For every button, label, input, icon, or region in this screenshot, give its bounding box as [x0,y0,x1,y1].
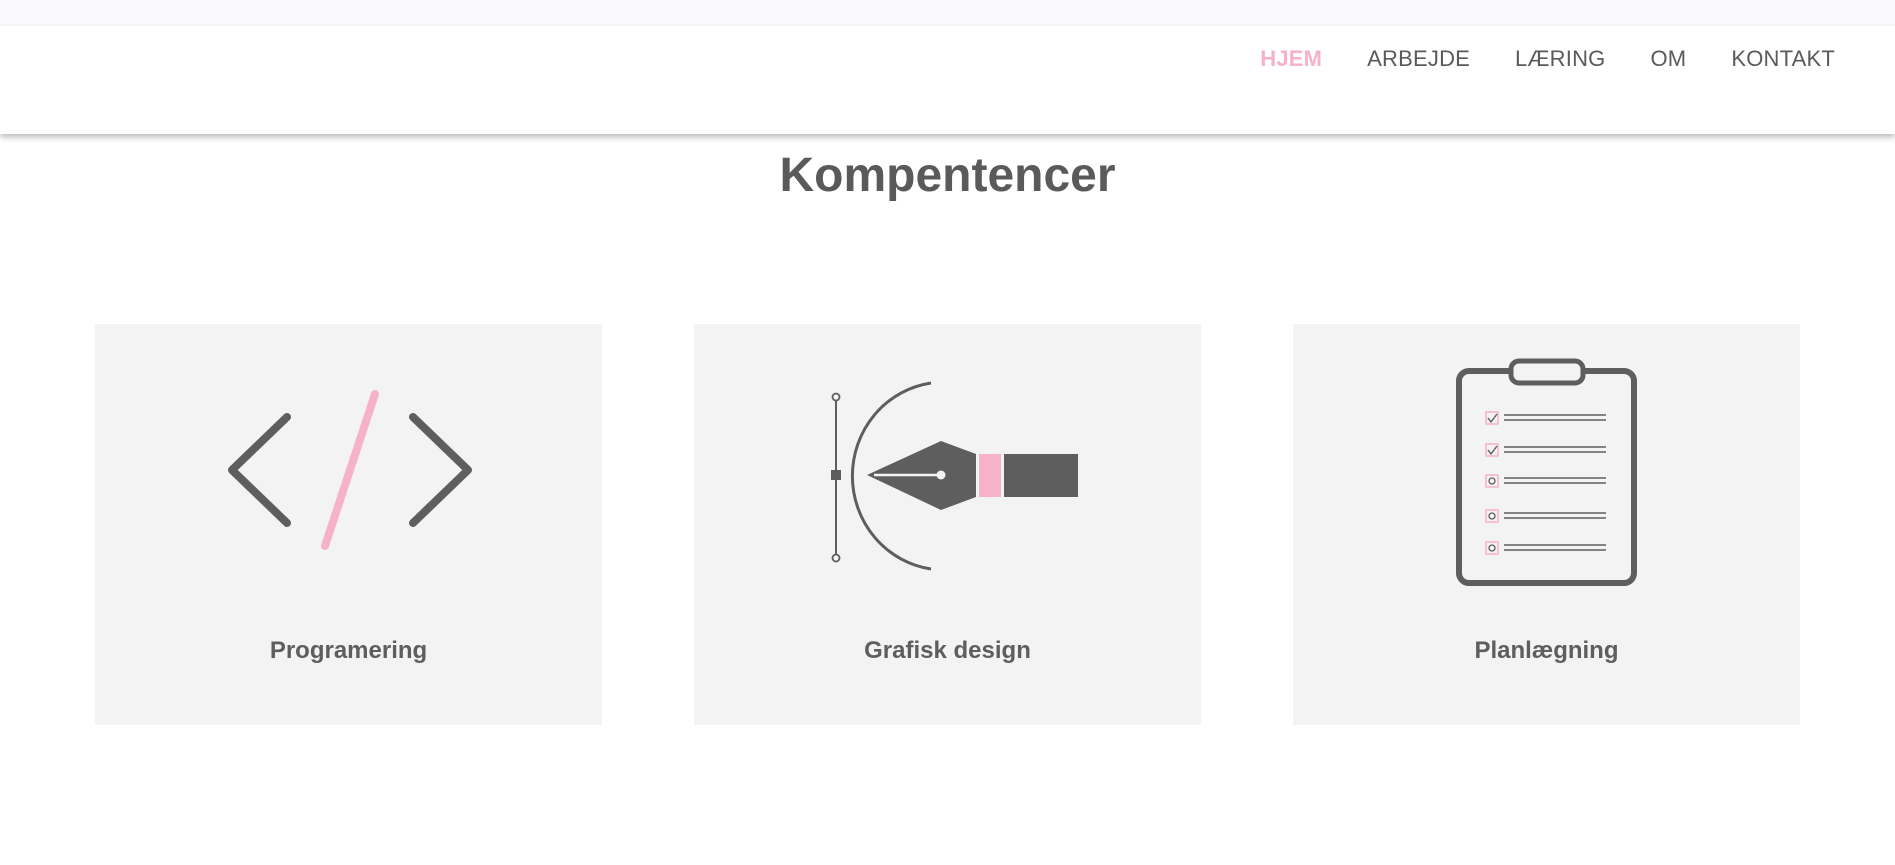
nav-item-laering[interactable]: LÆRING [1515,44,1605,74]
skill-card-programering: Programering [95,324,602,725]
skill-card-label: Grafisk design [864,637,1031,664]
nav-item-arbejde[interactable]: ARBEJDE [1367,44,1470,74]
top-strip [0,0,1895,26]
nav-item-om[interactable]: OM [1650,44,1686,74]
nav-item-hjem[interactable]: HJEM [1260,44,1322,74]
nav-menu: HJEM ARBEJDE LÆRING OM KONTAKT [1215,44,1835,74]
skill-card-label: Programering [269,637,428,664]
section-title: Kompentencer [779,149,1116,202]
code-icon [95,324,602,624]
skill-card-planlaegning: Planlægning [1293,324,1800,725]
skill-card-label: Planlægning [1474,637,1619,664]
navbar: HJEM ARBEJDE LÆRING OM KONTAKT [0,26,1895,134]
pen-tool-icon [694,324,1201,624]
skill-card-grafisk-design: Grafisk design [694,324,1201,725]
clipboard-checklist-icon [1293,324,1800,624]
nav-item-kontakt[interactable]: KONTAKT [1731,44,1835,74]
